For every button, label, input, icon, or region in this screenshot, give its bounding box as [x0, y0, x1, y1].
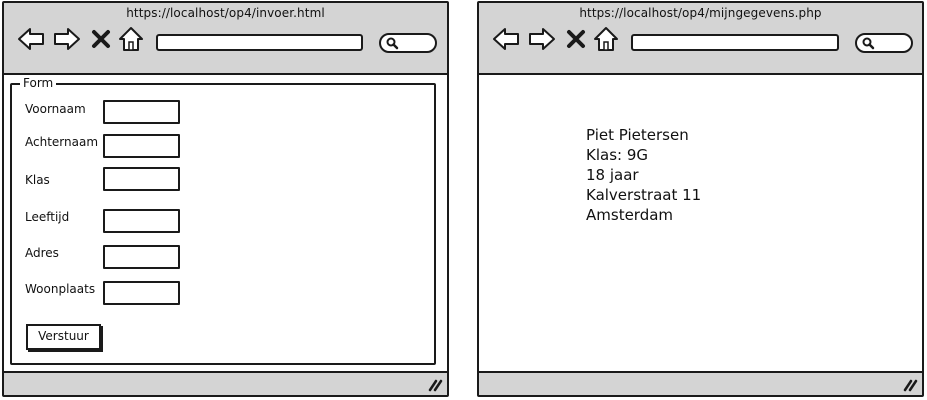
label-woonplaats: Woonplaats: [25, 282, 96, 296]
status-bar: [4, 371, 447, 395]
home-button[interactable]: [118, 25, 144, 53]
label-voornaam: Voornaam: [25, 102, 86, 116]
search-icon: [386, 37, 399, 50]
label-achternaam: Achternaam: [25, 135, 99, 149]
form-fieldset: Form: [10, 76, 436, 365]
arrow-right-icon: [54, 28, 80, 50]
close-icon: [567, 30, 585, 48]
status-bar: [479, 371, 922, 395]
form-legend: Form: [20, 76, 57, 90]
home-icon: [119, 27, 143, 51]
input-achternaam[interactable]: [103, 134, 180, 158]
browser-toolbar: https://localhost/op4/mijngegevens.php: [479, 3, 922, 75]
forward-button[interactable]: [53, 25, 81, 53]
detail-class: Klas: 9G: [586, 146, 648, 164]
resize-grip-icon[interactable]: [427, 378, 443, 392]
browser-window-mijngegevens: https://localhost/op4/mijngegevens.php P…: [477, 1, 924, 397]
page-url: https://localhost/op4/mijngegevens.php: [579, 6, 822, 20]
address-bar[interactable]: [631, 34, 839, 51]
search-box[interactable]: [379, 33, 437, 53]
input-woonplaats[interactable]: [103, 281, 180, 305]
arrow-left-icon: [493, 28, 519, 50]
forward-button[interactable]: [528, 25, 556, 53]
label-adres: Adres: [25, 246, 59, 260]
detail-age: 18 jaar: [586, 166, 639, 184]
browser-toolbar: https://localhost/op4/invoer.html: [4, 3, 447, 75]
back-button[interactable]: [17, 25, 45, 53]
submit-button[interactable]: Verstuur: [26, 324, 101, 350]
home-icon: [594, 27, 618, 51]
detail-name: Piet Pietersen: [586, 126, 689, 144]
search-icon: [862, 37, 875, 50]
browser-window-invoer: https://localhost/op4/invoer.html Form V…: [2, 1, 449, 397]
label-leeftijd: Leeftijd: [25, 210, 70, 224]
close-icon: [92, 30, 110, 48]
arrow-right-icon: [529, 28, 555, 50]
stop-button[interactable]: [565, 25, 587, 53]
input-klas[interactable]: [103, 167, 180, 191]
home-button[interactable]: [593, 25, 619, 53]
personal-details: Piet Pietersen Klas: 9G 18 jaar Kalverst…: [586, 125, 701, 225]
arrow-left-icon: [18, 28, 44, 50]
label-klas: Klas: [25, 173, 50, 187]
page-url: https://localhost/op4/invoer.html: [126, 6, 325, 20]
address-bar[interactable]: [156, 34, 363, 51]
resize-grip-icon[interactable]: [902, 378, 918, 392]
input-adres[interactable]: [103, 245, 180, 269]
input-voornaam[interactable]: [103, 100, 180, 124]
input-leeftijd[interactable]: [103, 209, 180, 233]
detail-address: Kalverstraat 11: [586, 186, 702, 204]
detail-city: Amsterdam: [586, 206, 674, 224]
search-box[interactable]: [855, 33, 913, 53]
back-button[interactable]: [492, 25, 520, 53]
stop-button[interactable]: [90, 25, 112, 53]
